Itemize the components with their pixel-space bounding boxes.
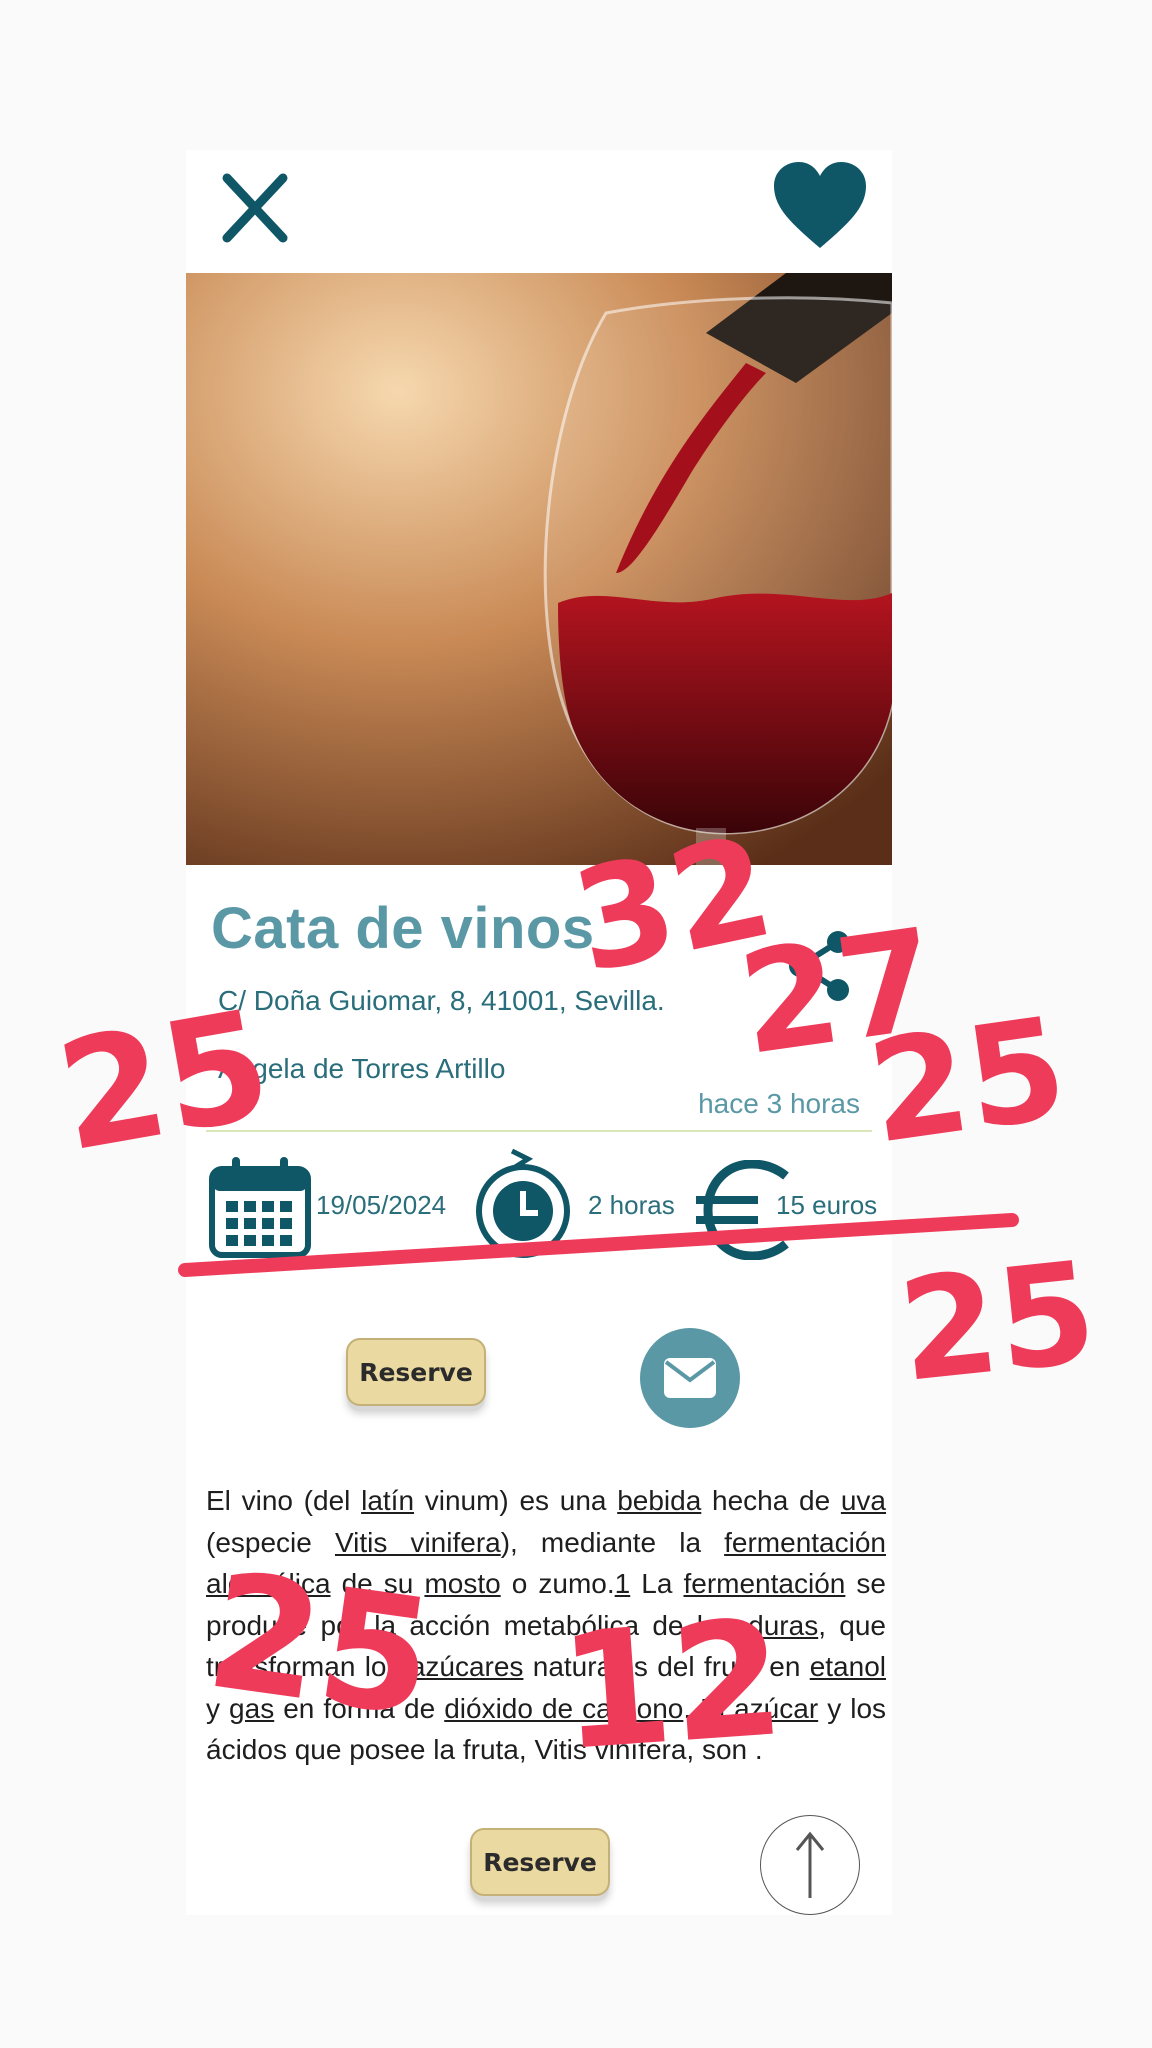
event-organizer: Angela de Torres Artillo <box>218 1053 506 1084</box>
event-title: Cata de vinos <box>211 896 595 961</box>
event-address: C/ Doña Guiomar, 8, 41001, Sevilla. <box>218 985 665 1016</box>
reserve-button[interactable]: Reserve <box>346 1338 486 1406</box>
link-reference-1[interactable]: 1 <box>615 1568 631 1599</box>
link-azucares[interactable]: azúcares <box>410 1651 524 1682</box>
link-vitis-vinifera[interactable]: Vitis vinifera <box>335 1527 501 1558</box>
link-etanol[interactable]: etanol <box>810 1651 886 1682</box>
link-bebida[interactable]: bebida <box>617 1485 701 1516</box>
event-details-row: 19/05/2024 2 horas 15 euros <box>186 1145 892 1260</box>
link-uva[interactable]: uva <box>841 1485 886 1516</box>
scroll-top-button[interactable] <box>760 1815 860 1915</box>
share-icon[interactable] <box>784 928 854 1004</box>
event-date: 19/05/2024 <box>316 1190 447 1220</box>
calendar-icon <box>209 1157 311 1258</box>
event-image <box>186 273 892 865</box>
clock-icon <box>476 1148 570 1258</box>
event-description: El vino (del latín vinum) es una bebida … <box>206 1485 887 1765</box>
link-dioxido-de-carbono[interactable]: dióxido de carbono <box>444 1693 683 1724</box>
close-icon[interactable] <box>219 172 291 244</box>
annotation-25-lower: 25 <box>892 1232 1103 1414</box>
link-gas[interactable]: gas <box>229 1693 274 1724</box>
wine-glass-illustration <box>186 273 892 865</box>
link-levaduras[interactable]: levaduras <box>697 1610 818 1641</box>
heart-icon[interactable] <box>772 160 868 252</box>
contact-button[interactable] <box>640 1328 740 1428</box>
link-latin[interactable]: latín <box>361 1485 414 1516</box>
link-azucar[interactable]: azúcar <box>734 1693 818 1724</box>
posted-time: hace 3 horas <box>698 1088 860 1119</box>
event-card: Cata de vinos C/ Doña Guiomar, 8, 41001,… <box>186 150 892 1915</box>
mail-icon <box>664 1358 716 1398</box>
event-duration: 2 horas <box>588 1190 675 1220</box>
reserve-button-bottom[interactable]: Reserve <box>470 1828 610 1896</box>
link-fermentacion[interactable]: fermentación <box>683 1568 845 1599</box>
link-mosto[interactable]: mosto <box>424 1568 500 1599</box>
divider <box>206 1130 872 1132</box>
arrow-up-icon <box>795 1831 825 1898</box>
event-price: 15 euros <box>776 1190 878 1220</box>
annotation-25-right: 25 <box>860 987 1076 1176</box>
